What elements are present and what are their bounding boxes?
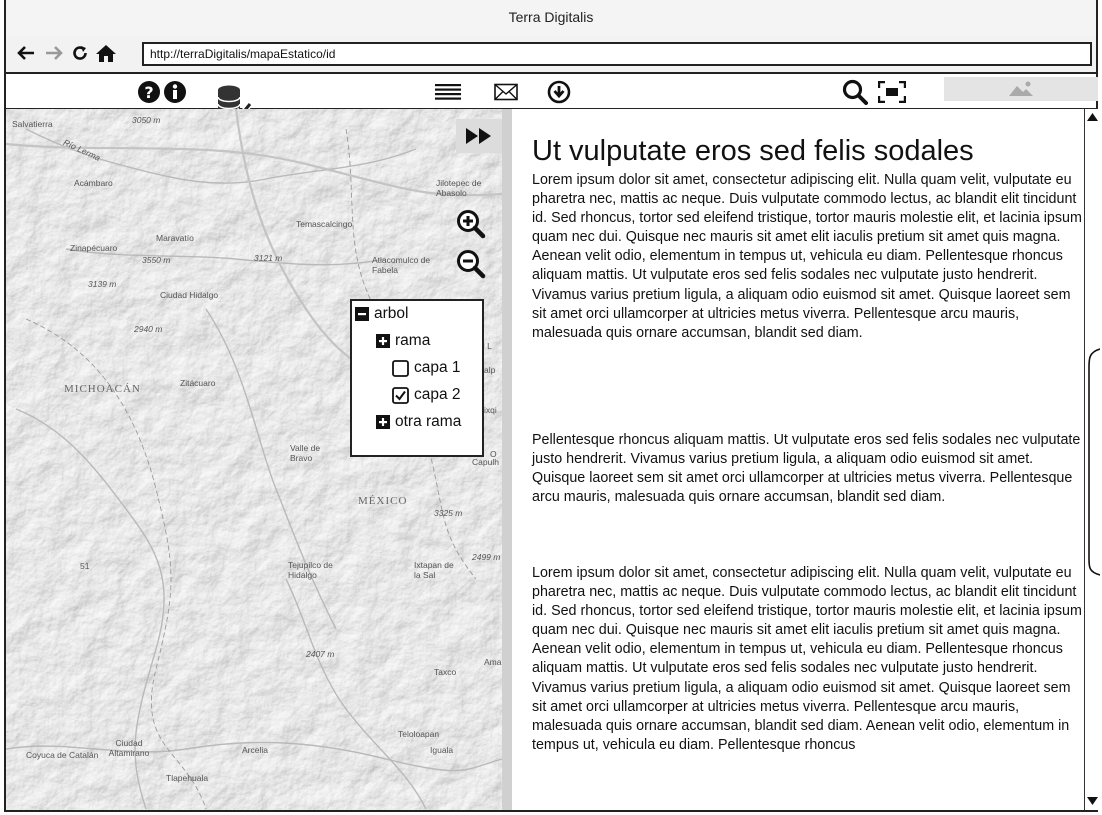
map-label: 3050 m [132, 115, 161, 125]
map-label: Ama [484, 657, 502, 667]
map-label: MICHOACÁN [64, 383, 141, 395]
map-label: Tejupilco de Hidalgo [288, 560, 333, 580]
app-toolbar: ? [6, 72, 1098, 120]
map-label: Iguala [430, 745, 454, 755]
article-paragraph: Pellentesque rhoncus aliquam mattis. Ut … [532, 432, 1081, 506]
help-icon[interactable]: ? [136, 78, 162, 106]
map-label: Atlacomulco de Fabela [372, 255, 431, 275]
collapse-minus-icon[interactable] [355, 307, 369, 321]
zoom-in-icon[interactable] [456, 209, 486, 239]
navigation-bar: http://terraDigitalis/mapaEstatico/id [6, 38, 1096, 70]
layer-item-label: capa 1 [414, 359, 461, 376]
window-title: Terra Digitalis [6, 0, 1096, 36]
map-label: Zitácuaro [180, 378, 216, 388]
map-label: 3121 m [254, 253, 283, 263]
layer-item-label: capa 2 [414, 386, 461, 403]
layer-tree: arbol rama capa 1 capa 2 otra rama [350, 299, 484, 457]
image-placeholder-icon [944, 77, 1098, 101]
panel-divider[interactable] [502, 109, 512, 810]
mail-icon[interactable] [492, 78, 520, 106]
fullscreen-icon[interactable] [876, 78, 908, 106]
map-label: Jilotepec de Abasolo [436, 178, 482, 198]
article-heading: Ut vulputate eros sed felis sodales [532, 135, 974, 167]
collapse-panel-button[interactable] [456, 119, 502, 153]
layer-tree-branch[interactable]: rama [376, 331, 430, 351]
map-label: Salvatierra [12, 119, 53, 129]
scroll-down-arrow-icon[interactable] [1087, 797, 1098, 805]
svg-text:?: ? [144, 83, 153, 102]
map-label: 2407 m [306, 649, 335, 659]
map-label: Ciudad Hidalgo [160, 290, 219, 300]
layer-item-capa-1[interactable]: capa 1 [392, 358, 461, 378]
article-panel: Ut vulputate eros sed felis sodales Lore… [512, 109, 1084, 810]
article-paragraph: Lorem ipsum dolor sit amet, consectetur … [532, 565, 1082, 753]
scroll-thumb[interactable] [1088, 348, 1100, 576]
expand-plus-icon[interactable] [376, 334, 390, 348]
expand-plus-icon[interactable] [376, 415, 390, 429]
map-label: O [490, 449, 497, 459]
map-label: Coyuca de Catalán [26, 750, 99, 760]
map-label: 3139 m [88, 279, 117, 289]
map-label: Taxco [434, 667, 457, 677]
map-label: 2940 m [134, 324, 163, 334]
forward-arrow-icon[interactable] [42, 40, 66, 66]
home-icon[interactable] [94, 40, 118, 66]
search-icon[interactable] [840, 78, 870, 106]
list-icon[interactable] [434, 78, 462, 106]
map-label: Temascalcingo [296, 219, 353, 229]
map-label: 3325 m [434, 508, 463, 518]
browser-window: Terra Digitalis http://terraDigitalis/ma… [4, 0, 1100, 812]
layer-tree-root-label: arbol [374, 305, 409, 322]
layer-tree-branch-label: rama [395, 332, 431, 349]
map-label: Zinapécuaro [70, 243, 118, 253]
map-label: Valle de Bravo [290, 443, 321, 463]
back-arrow-icon[interactable] [14, 40, 38, 66]
scroll-up-arrow-icon[interactable] [1087, 113, 1098, 121]
map-terrain [6, 109, 502, 810]
layer-2-checkbox[interactable] [392, 386, 409, 404]
map-label: Teloloapan [398, 729, 440, 739]
map-label: alp [484, 365, 496, 375]
layer-tree-root[interactable]: arbol [355, 304, 408, 324]
map-label: 51 [80, 561, 90, 571]
map-view[interactable]: Salvatierra 3050 m Río Lerma Acámbaro Ji… [6, 109, 502, 810]
article-paragraph: Lorem ipsum dolor sit amet, consectetur … [532, 172, 1082, 341]
reload-icon[interactable] [68, 40, 92, 66]
layer-item-capa-2[interactable]: capa 2 [392, 385, 461, 405]
map-label: ixqi [484, 405, 497, 415]
map-label: Arcelia [242, 745, 268, 755]
map-label: MÉXICO [358, 495, 408, 507]
map-label: Tlapehuala [166, 773, 209, 783]
map-label: Maravatío [156, 233, 194, 243]
map-label: Acámbaro [74, 178, 113, 188]
map-label: 2499 m [472, 552, 501, 562]
vertical-scrollbar[interactable] [1084, 109, 1100, 810]
layer-tree-other-branch[interactable]: otra rama [376, 412, 461, 432]
map-label: 3550 m [142, 255, 171, 265]
fast-forward-icon [466, 128, 491, 144]
info-icon[interactable] [162, 78, 188, 106]
download-icon[interactable] [546, 78, 572, 106]
map-label: Ixtapan de la Sal [414, 560, 454, 580]
layer-tree-other-branch-label: otra rama [395, 413, 462, 430]
map-label: Ciudad Altamirano [108, 738, 150, 758]
zoom-out-icon[interactable] [456, 249, 486, 279]
url-field[interactable]: http://terraDigitalis/mapaEstatico/id [142, 42, 1092, 66]
layer-1-checkbox[interactable] [392, 359, 409, 377]
